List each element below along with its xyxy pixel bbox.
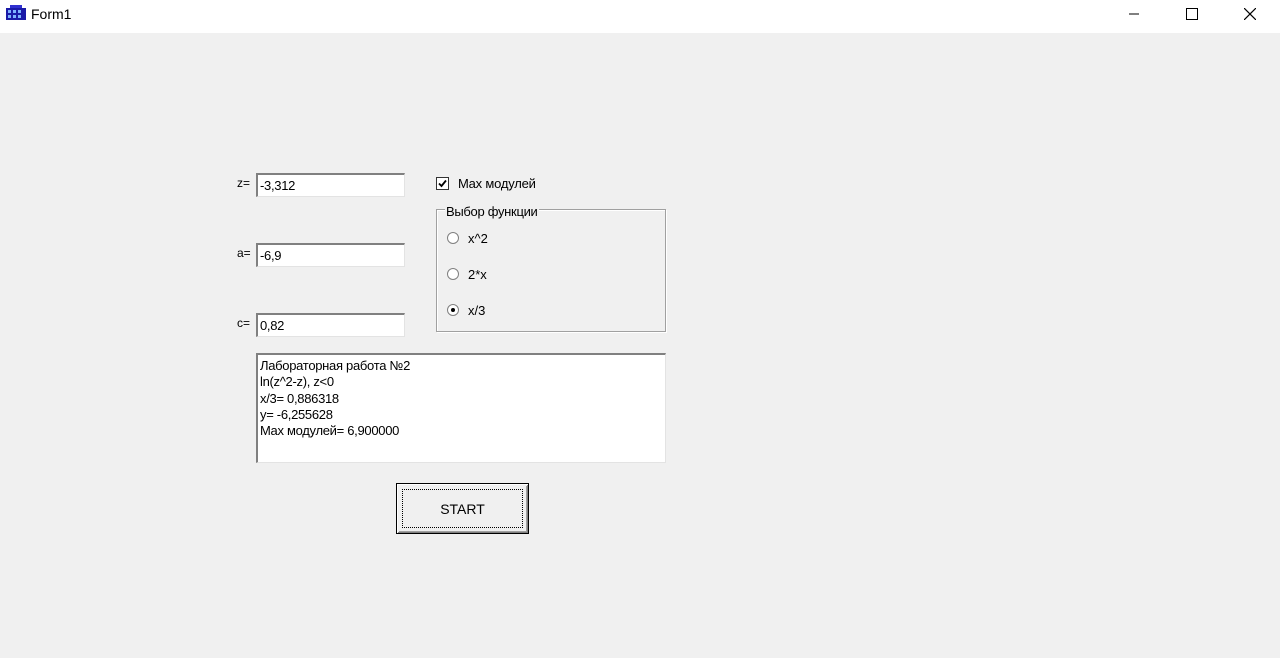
radio-button-selected[interactable] bbox=[447, 304, 459, 316]
radio-button[interactable] bbox=[447, 268, 459, 280]
output-line: x/3= 0,886318 bbox=[260, 390, 339, 406]
radio-label: x/3 bbox=[468, 302, 486, 318]
close-button[interactable] bbox=[1221, 0, 1279, 28]
checkmark-icon bbox=[438, 179, 447, 187]
max-modules-checkbox[interactable] bbox=[436, 176, 449, 190]
function-group-caption: Выбор функции bbox=[445, 204, 539, 219]
output-line: Max модулей= 6,900000 bbox=[260, 423, 400, 439]
start-button[interactable]: START bbox=[396, 483, 529, 534]
radio-button[interactable] bbox=[447, 232, 459, 244]
z-label: z= bbox=[237, 176, 251, 190]
maximize-button[interactable] bbox=[1163, 0, 1221, 28]
title-bar: Form1 bbox=[0, 0, 1280, 33]
minimize-button[interactable] bbox=[1105, 0, 1163, 28]
a-input[interactable]: -6,9 bbox=[256, 243, 405, 267]
radio-option-x-div-3[interactable]: x/3 bbox=[447, 302, 485, 318]
output-line: y= -6,255628 bbox=[260, 406, 333, 422]
max-modules-checkbox-row[interactable]: Max модулей bbox=[436, 175, 536, 191]
radio-label: 2*x bbox=[468, 266, 487, 282]
output-line: Лабораторная работа №2 bbox=[260, 358, 411, 373]
minimize-icon bbox=[1129, 13, 1139, 15]
radio-option-x-squared[interactable]: x^2 bbox=[447, 230, 488, 246]
focus-rectangle bbox=[402, 489, 523, 528]
radio-label: x^2 bbox=[468, 230, 488, 246]
z-input[interactable]: -3,312 bbox=[256, 173, 405, 197]
c-input[interactable]: 0,82 bbox=[256, 313, 405, 337]
window-title: Form1 bbox=[31, 6, 72, 22]
close-icon bbox=[1244, 8, 1256, 20]
c-label: c= bbox=[237, 316, 251, 330]
a-label: a= bbox=[237, 246, 251, 260]
output-memo[interactable]: Лабораторная работа №2 ln(z^2-z), z<0 x/… bbox=[256, 353, 666, 463]
output-line: ln(z^2-z), z<0 bbox=[260, 374, 334, 390]
maximize-icon bbox=[1186, 8, 1198, 20]
app-icon bbox=[6, 5, 26, 21]
max-modules-label: Max модулей bbox=[458, 175, 536, 191]
radio-option-2x[interactable]: 2*x bbox=[447, 266, 487, 282]
